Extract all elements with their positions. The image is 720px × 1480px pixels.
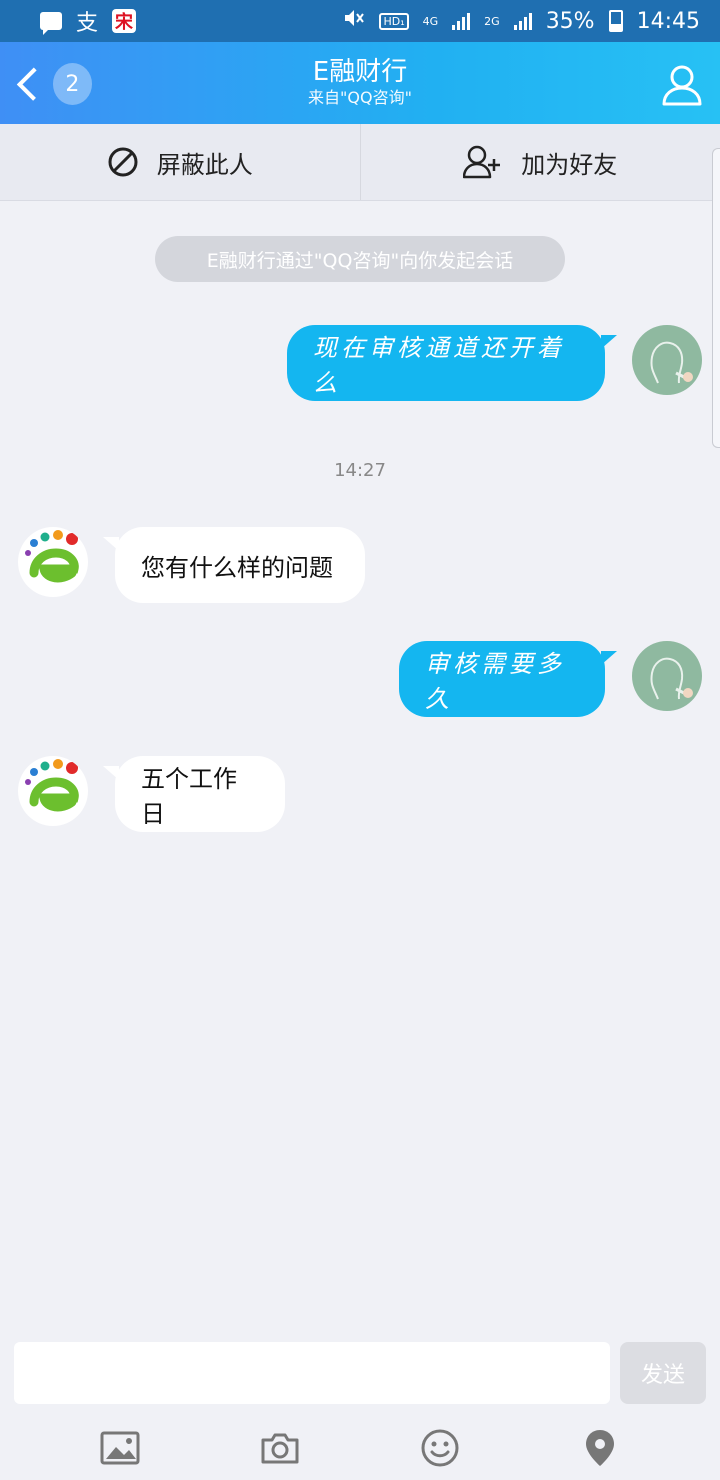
- mute-icon: [343, 8, 365, 34]
- location-icon: [586, 1430, 614, 1466]
- camera-button[interactable]: [258, 1426, 302, 1470]
- message-bubble-outgoing[interactable]: 现在审核通道还开着么: [287, 325, 617, 401]
- message-bubble-incoming[interactable]: 五个工作日: [103, 756, 285, 832]
- back-chevron-icon: [16, 67, 50, 101]
- status-bar: 支 宋 HD₁ 4G 2G 35% 14:45: [0, 0, 720, 42]
- add-person-icon: [463, 145, 501, 179]
- scroll-indicator[interactable]: [712, 148, 720, 448]
- image-button[interactable]: [98, 1426, 142, 1470]
- action-bar: 屏蔽此人 加为好友: [0, 124, 720, 201]
- person-icon: [662, 65, 702, 106]
- user-avatar-icon: [650, 657, 693, 700]
- signal-2g-icon: [513, 12, 532, 30]
- add-friend-label: 加为好友: [521, 150, 618, 179]
- status-right: HD₁ 4G 2G 35% 14:45: [343, 8, 700, 34]
- back-button[interactable]: 2: [12, 60, 92, 108]
- emoji-icon: [421, 1429, 459, 1467]
- block-icon: [108, 147, 138, 177]
- alipay-notification-icon: 支: [76, 11, 99, 36]
- emoji-button[interactable]: [418, 1426, 462, 1470]
- message-bubble-incoming[interactable]: 您有什么样的问题: [103, 527, 365, 603]
- page-title: E融财行: [312, 57, 408, 87]
- add-friend-button[interactable]: 加为好友: [359, 124, 720, 200]
- e-logo-icon: [25, 530, 79, 583]
- user-avatar[interactable]: [632, 325, 702, 395]
- camera-icon: [261, 1433, 299, 1464]
- send-button[interactable]: 发送: [620, 1342, 706, 1404]
- profile-button[interactable]: [660, 62, 704, 106]
- status-left: 支 宋: [40, 5, 137, 37]
- app-notification-icon: 宋: [112, 9, 137, 33]
- header-title-group: E融财行 来自"QQ咨询": [160, 56, 560, 108]
- hd-icon: HD₁: [379, 12, 409, 30]
- battery-icon: [608, 10, 623, 32]
- contact-avatar[interactable]: [18, 756, 88, 826]
- composer: 发送: [0, 1330, 720, 1480]
- message-bubble-outgoing[interactable]: 审核需要多久: [399, 641, 617, 717]
- battery-percent: 35%: [545, 8, 595, 34]
- message-notification-icon: [40, 12, 62, 35]
- block-user-button[interactable]: 屏蔽此人: [0, 124, 360, 200]
- message-input[interactable]: [14, 1342, 610, 1404]
- network-4g-label: 4G: [422, 14, 439, 28]
- unread-count-badge: 2: [52, 63, 92, 105]
- message-timestamp: 14:27: [334, 460, 386, 481]
- composer-toolbar: [0, 1418, 720, 1478]
- clock: 14:45: [636, 8, 700, 34]
- network-2g-label: 2G: [484, 14, 500, 28]
- page-subtitle: 来自"QQ咨询": [308, 88, 412, 107]
- user-avatar-icon: [650, 341, 693, 384]
- block-user-label: 屏蔽此人: [156, 150, 253, 179]
- user-avatar[interactable]: [632, 641, 702, 711]
- signal-4g-icon: [452, 12, 471, 30]
- location-button[interactable]: [578, 1426, 622, 1470]
- chat-header: 2 E融财行 来自"QQ咨询": [0, 42, 720, 124]
- contact-avatar[interactable]: [18, 527, 88, 597]
- image-icon: [100, 1431, 140, 1465]
- system-message: E融财行通过"QQ咨询"向你发起会话: [155, 236, 565, 282]
- e-logo-icon: [25, 759, 79, 812]
